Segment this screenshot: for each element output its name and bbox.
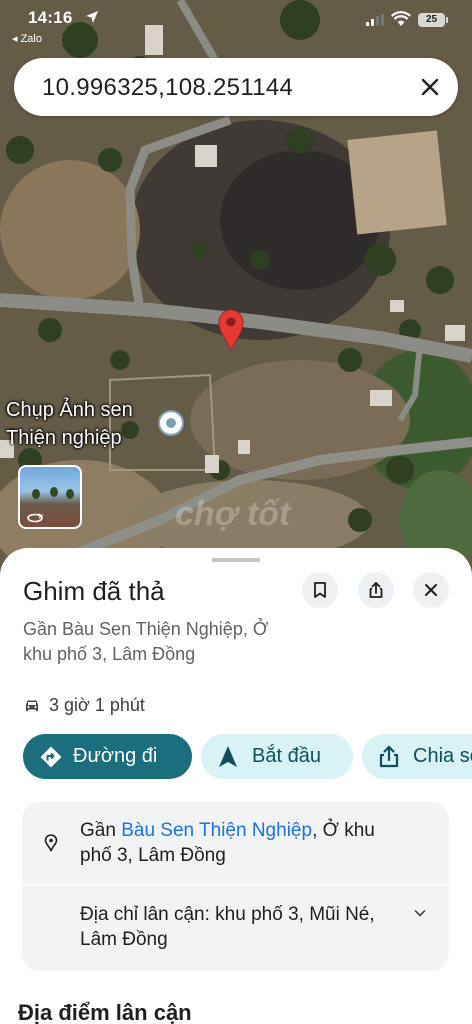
map-place-label-line2: Thiện nghiệp xyxy=(6,427,122,449)
clock: 14:16 xyxy=(28,8,73,27)
back-to-app-link[interactable]: ◂ Zalo xyxy=(12,32,42,45)
map-place-label-line1: Chụp Ảnh sen xyxy=(6,399,133,421)
status-bar: 14:16 ◂ Zalo 25 xyxy=(0,0,472,45)
map-place-label[interactable]: Chụp Ảnh sen Thiện nghiệp xyxy=(6,396,133,452)
rotate-360-icon xyxy=(27,513,44,523)
place-bottom-sheet[interactable]: Ghim đã thả Gần Bàu Sen Thiện Nghiệp, Ở … xyxy=(0,548,472,1024)
nearby-address-row[interactable]: Địa chỉ lân cận: khu phố 3, Mũi Né, Lâm … xyxy=(22,886,449,971)
share-icon xyxy=(379,745,399,768)
chevron-down-icon[interactable] xyxy=(413,908,427,918)
cellular-signal-icon xyxy=(366,14,384,26)
near-place-link[interactable]: Bàu Sen Thiện Nghiệp xyxy=(121,820,312,841)
close-icon xyxy=(425,584,437,596)
wifi-icon xyxy=(391,11,411,26)
drag-handle[interactable] xyxy=(212,558,260,562)
share-label: Chia sẻ xyxy=(413,745,472,767)
tree xyxy=(66,489,74,499)
near-place-text: Gần Bàu Sen Thiện Nghiệp, Ở khu phố 3, L… xyxy=(80,818,400,868)
navigation-arrow-icon xyxy=(219,746,237,767)
start-button[interactable]: Bắt đầu xyxy=(201,734,353,779)
place-marker-icon[interactable] xyxy=(158,410,184,436)
dropped-pin-icon[interactable] xyxy=(217,308,245,352)
search-query[interactable]: 10.996325,108.251144 xyxy=(42,74,293,102)
tree xyxy=(50,487,58,497)
location-arrow-icon xyxy=(86,11,98,23)
save-button[interactable] xyxy=(302,572,338,608)
bookmark-icon xyxy=(314,582,326,598)
share-icon-button[interactable] xyxy=(358,572,394,608)
directions-icon xyxy=(40,746,62,768)
travel-time-text: 3 giờ 1 phút xyxy=(49,695,145,715)
close-icon[interactable] xyxy=(418,75,442,99)
share-button[interactable]: Chia sẻ xyxy=(362,734,472,779)
directions-button[interactable]: Đường đi xyxy=(23,734,192,779)
street-view-thumbnail[interactable] xyxy=(18,465,82,529)
near-place-row[interactable]: Gần Bàu Sen Thiện Nghiệp, Ở khu phố 3, L… xyxy=(22,802,449,884)
watermark: chợ tốt xyxy=(175,495,291,533)
car-icon xyxy=(26,700,38,711)
section-title: Địa điểm lân cận xyxy=(18,1000,192,1024)
place-address: Gần Bàu Sen Thiện Nghiệp, Ở khu phố 3, L… xyxy=(23,619,269,664)
close-sheet-button[interactable] xyxy=(413,572,449,608)
tree xyxy=(32,489,40,499)
battery-indicator: 25 xyxy=(418,13,445,27)
directions-label: Đường đi xyxy=(73,745,158,767)
search-bar[interactable]: 10.996325,108.251144 xyxy=(14,58,458,116)
location-pin-icon xyxy=(44,834,58,852)
near-prefix: Gần xyxy=(80,820,122,841)
start-label: Bắt đầu xyxy=(252,745,321,767)
nearby-address-text: Địa chỉ lân cận: khu phố 3, Mũi Né, Lâm … xyxy=(80,904,375,950)
battery-tip xyxy=(446,17,448,23)
map-view[interactable]: 14:16 ◂ Zalo 25 10.996325,108.251144 Chụ… xyxy=(0,0,472,600)
place-title: Ghim đã thả xyxy=(23,576,165,606)
share-icon xyxy=(369,582,383,598)
